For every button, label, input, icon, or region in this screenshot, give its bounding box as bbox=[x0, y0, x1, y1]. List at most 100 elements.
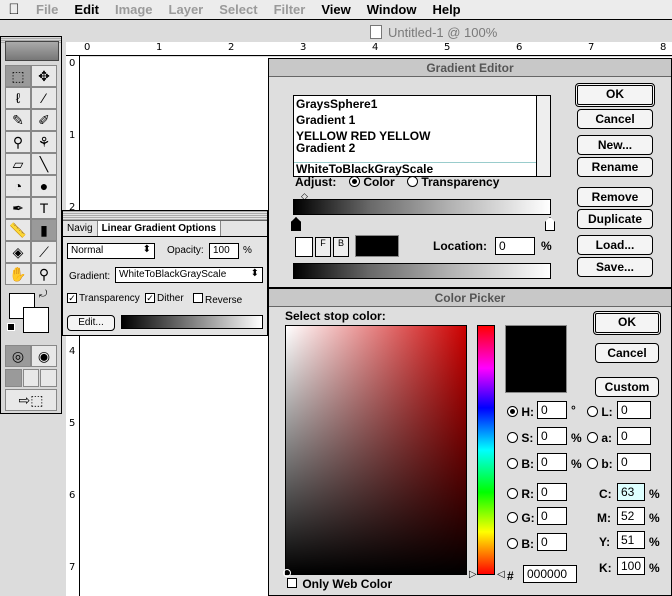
tab-navigator[interactable]: Navig bbox=[63, 221, 98, 236]
save-button[interactable]: Save... bbox=[577, 257, 653, 277]
zoom-tool-icon[interactable]: ⚲ bbox=[31, 263, 57, 285]
blend-mode-select[interactable]: Normal ⬍ bbox=[67, 243, 155, 259]
cancel-button[interactable]: Cancel bbox=[595, 343, 659, 363]
duplicate-button[interactable]: Duplicate bbox=[577, 209, 653, 229]
blur-tool-icon[interactable]: ◔ bbox=[5, 175, 31, 197]
jump-to-imageready-icon[interactable]: ⇨⬚ bbox=[5, 389, 57, 411]
hue-slider-left-arrow-icon[interactable]: ▷ bbox=[469, 569, 477, 580]
foreground-stop-icon[interactable]: F bbox=[315, 237, 331, 257]
rubber-stamp-tool-icon[interactable]: ⚲ bbox=[5, 131, 31, 153]
history-brush-tool-icon[interactable]: ⚘ bbox=[31, 131, 57, 153]
brightness-radio[interactable]: B: bbox=[507, 457, 534, 471]
lightness-input[interactable]: 0 bbox=[617, 401, 651, 419]
background-stop-icon[interactable]: B bbox=[333, 237, 349, 257]
edit-gradient-button[interactable]: Edit... bbox=[67, 315, 115, 331]
airbrush-tool-icon[interactable]: ✎ bbox=[5, 109, 31, 131]
saturation-radio[interactable]: S: bbox=[507, 431, 533, 445]
b-input[interactable]: 0 bbox=[617, 453, 651, 471]
menu-image[interactable]: Image bbox=[107, 2, 161, 17]
full-screen-icon[interactable] bbox=[40, 369, 58, 387]
brightness-input[interactable]: 0 bbox=[537, 453, 567, 471]
remove-button[interactable]: Remove bbox=[577, 187, 653, 207]
gradient-tool-icon[interactable]: ▮ bbox=[31, 219, 57, 241]
lasso-tool-icon[interactable]: ℓ bbox=[5, 87, 31, 109]
red-input[interactable]: 0 bbox=[537, 483, 567, 501]
menu-view[interactable]: View bbox=[313, 2, 358, 17]
black-input[interactable]: 100 bbox=[617, 557, 645, 575]
palette-titlebar[interactable] bbox=[63, 211, 267, 221]
gradient-select[interactable]: WhiteToBlackGrayScale ⬍ bbox=[115, 267, 263, 283]
green-radio[interactable]: G: bbox=[507, 511, 535, 525]
hue-input[interactable]: 0 bbox=[537, 401, 567, 419]
saturation-input[interactable]: 0 bbox=[537, 427, 567, 445]
only-web-color-checkbox[interactable]: Only Web Color bbox=[287, 577, 392, 591]
burn-tool-icon[interactable]: ● bbox=[31, 175, 57, 197]
full-screen-menubar-icon[interactable] bbox=[22, 369, 40, 387]
list-item[interactable]: GraysSphere1 bbox=[294, 98, 550, 110]
list-item[interactable]: Gradient 1 bbox=[294, 114, 550, 126]
menu-edit[interactable]: Edit bbox=[66, 2, 107, 17]
a-input[interactable]: 0 bbox=[617, 427, 651, 445]
menu-help[interactable]: Help bbox=[424, 2, 468, 17]
pen-tool-icon[interactable]: ✒ bbox=[5, 197, 31, 219]
lightness-radio[interactable]: L: bbox=[587, 405, 613, 419]
hue-slider[interactable] bbox=[477, 325, 495, 575]
color-stop-left-icon[interactable] bbox=[291, 217, 301, 231]
custom-button[interactable]: Custom bbox=[595, 377, 659, 397]
menu-filter[interactable]: Filter bbox=[266, 2, 314, 17]
a-radio[interactable]: a: bbox=[587, 431, 612, 445]
measure-tool-icon[interactable]: 📏 bbox=[5, 219, 31, 241]
transparency-checkbox[interactable]: ✓ Transparency bbox=[67, 293, 140, 304]
apple-icon[interactable]:  bbox=[0, 1, 28, 18]
ok-button[interactable]: OK bbox=[575, 83, 655, 107]
gradient-list[interactable]: GraysSphere1 Gradient 1 YELLOW RED YELLO… bbox=[293, 95, 551, 177]
move-tool-icon[interactable]: ✥ bbox=[31, 65, 57, 87]
ok-button[interactable]: OK bbox=[593, 311, 661, 335]
location-input[interactable]: 0 bbox=[495, 237, 535, 255]
cancel-button[interactable]: Cancel bbox=[577, 109, 653, 129]
stop-color-swatch[interactable] bbox=[355, 235, 399, 257]
menu-window[interactable]: Window bbox=[359, 2, 425, 17]
menu-file[interactable]: File bbox=[28, 2, 66, 17]
blue-input[interactable]: 0 bbox=[537, 533, 567, 551]
hand-tool-icon[interactable]: ✋ bbox=[5, 263, 31, 285]
menu-layer[interactable]: Layer bbox=[161, 2, 212, 17]
magic-wand-tool-icon[interactable]: ⁄ bbox=[31, 87, 57, 109]
blue-radio[interactable]: B: bbox=[507, 537, 534, 551]
menu-select[interactable]: Select bbox=[211, 2, 265, 17]
color-radio[interactable]: Color bbox=[349, 175, 395, 189]
red-radio[interactable]: R: bbox=[507, 487, 534, 501]
tab-linear-gradient-options[interactable]: Linear Gradient Options bbox=[97, 221, 222, 236]
green-input[interactable]: 0 bbox=[537, 507, 567, 525]
quick-mask-mode-icon[interactable]: ◉ bbox=[31, 345, 57, 367]
reverse-checkbox[interactable]: Reverse bbox=[193, 293, 242, 306]
color-field-cursor-icon[interactable] bbox=[283, 569, 291, 577]
transparency-radio[interactable]: Transparency bbox=[407, 175, 499, 189]
new-button[interactable]: New... bbox=[577, 135, 653, 155]
marquee-tool-icon[interactable]: ⬚ bbox=[5, 65, 31, 87]
list-scrollbar[interactable] bbox=[536, 96, 550, 176]
hex-input[interactable]: 000000 bbox=[523, 565, 577, 583]
list-item[interactable]: Gradient 2 bbox=[294, 142, 550, 154]
load-button[interactable]: Load... bbox=[577, 235, 653, 255]
background-color-swatch[interactable] bbox=[23, 307, 49, 333]
standard-mode-icon[interactable]: ◎ bbox=[5, 345, 31, 367]
swap-colors-icon[interactable]: ⤾ bbox=[39, 289, 47, 300]
default-colors-icon[interactable] bbox=[7, 323, 15, 331]
yellow-input[interactable]: 51 bbox=[617, 531, 645, 549]
rename-button[interactable]: Rename bbox=[577, 157, 653, 177]
hue-radio[interactable]: H: bbox=[507, 405, 534, 419]
cyan-input[interactable]: 63 bbox=[617, 483, 645, 501]
standard-screen-icon[interactable] bbox=[5, 369, 22, 387]
paintbrush-tool-icon[interactable]: ✐ bbox=[31, 109, 57, 131]
list-item-selected[interactable]: WhiteToBlackGrayScale bbox=[294, 162, 550, 175]
opacity-input[interactable]: 100 bbox=[209, 243, 239, 259]
eyedropper-tool-icon[interactable]: ⟋ bbox=[31, 241, 57, 263]
color-field[interactable] bbox=[283, 325, 467, 577]
hue-slider-right-arrow-icon[interactable]: ◁ bbox=[497, 569, 505, 580]
dither-checkbox[interactable]: ✓ Dither bbox=[145, 293, 184, 304]
color-stop-right-icon[interactable] bbox=[545, 217, 555, 231]
line-tool-icon[interactable]: ╲ bbox=[31, 153, 57, 175]
paint-bucket-tool-icon[interactable]: ◈ bbox=[5, 241, 31, 263]
stop-color-icon[interactable] bbox=[295, 237, 313, 257]
